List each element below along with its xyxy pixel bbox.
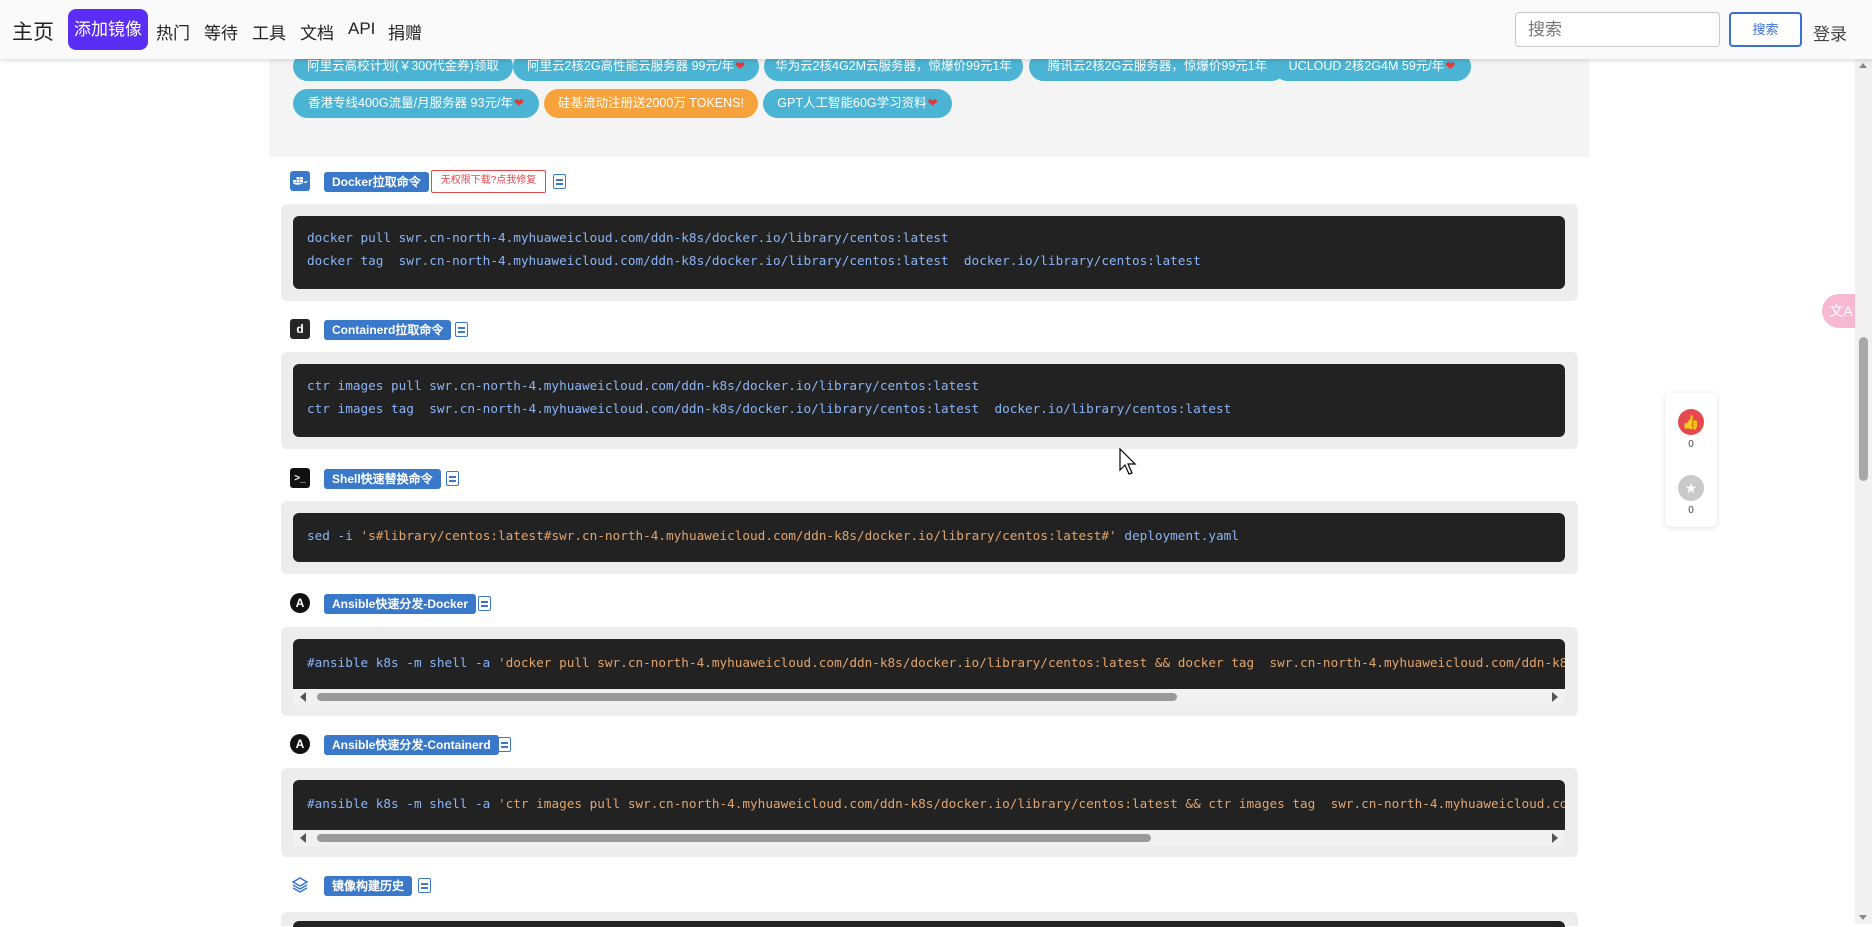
containerd-code-block[interactable]: ctr images pull swr.cn-north-4.myhuaweic… bbox=[293, 364, 1565, 437]
vote-panel: 👍 0 ★ 0 bbox=[1665, 393, 1717, 527]
code-command: #ansible k8s -m shell -a bbox=[307, 655, 498, 670]
containerd-pull-badge: Containerd拉取命令 bbox=[324, 320, 452, 340]
fix-permission-button[interactable]: 无权限下载?点我修复 bbox=[431, 170, 546, 193]
scroll-left-arrow-icon[interactable] bbox=[300, 833, 306, 843]
docker-section-header: Docker拉取命令 无权限下载?点我修复 bbox=[290, 170, 590, 193]
ansible-docker-code-block[interactable]: #ansible k8s -m shell -a 'docker pull sw… bbox=[293, 639, 1565, 689]
search-button[interactable]: 搜索 bbox=[1729, 12, 1802, 47]
scroll-right-arrow-icon[interactable] bbox=[1552, 692, 1558, 702]
code-line: ctr images pull swr.cn-north-4.myhuaweic… bbox=[307, 378, 980, 393]
ansible-containerd-code-panel: #ansible k8s -m shell -a 'ctr images pul… bbox=[281, 768, 1578, 857]
star-count: 0 bbox=[1688, 505, 1694, 516]
heart-icon: ❤ bbox=[1445, 59, 1456, 73]
shell-code-panel: sed -i 's#library/centos:latest#swr.cn-n… bbox=[281, 501, 1578, 574]
ansible-docker-badge: Ansible快速分发-Docker bbox=[324, 594, 477, 614]
ad-label: 硅基流动注册送2000万 TOKENS! bbox=[558, 96, 744, 110]
code-string: 'docker pull swr.cn-north-4.myhuaweiclou… bbox=[497, 655, 1565, 670]
ad-link[interactable]: GPT人工智能60G学习资料❤ bbox=[763, 89, 952, 118]
copy-icon[interactable] bbox=[455, 322, 468, 337]
docker-pull-badge: Docker拉取命令 bbox=[324, 172, 429, 192]
heart-icon: ❤ bbox=[734, 59, 746, 73]
copy-icon[interactable] bbox=[478, 596, 491, 611]
ansible-containerd-section-header: A Ansible快速分发-Containerd bbox=[290, 734, 511, 756]
shell-code-block[interactable]: sed -i 's#library/centos:latest#swr.cn-n… bbox=[293, 513, 1565, 562]
horizontal-scrollbar[interactable] bbox=[293, 830, 1565, 846]
code-command: #ansible k8s -m shell -a bbox=[307, 796, 498, 811]
login-link[interactable]: 登录 bbox=[1813, 20, 1847, 45]
build-history-badge: 镜像构建历史 bbox=[324, 876, 413, 896]
ad-link[interactable]: 香港专线400G流量/月服务器 93元/年❤ bbox=[293, 89, 539, 118]
docker-code-block[interactable]: docker pull swr.cn-north-4.myhuaweicloud… bbox=[293, 216, 1565, 289]
layers-icon bbox=[290, 875, 310, 895]
shell-replace-badge: Shell快速替换命令 bbox=[324, 469, 441, 489]
nav-add-image-button[interactable]: 添加镜像 bbox=[68, 9, 148, 50]
copy-icon[interactable] bbox=[498, 737, 511, 752]
code-line: #ansible k8s -m shell -a 'ctr images pul… bbox=[307, 796, 1565, 811]
code-string: 's#library/centos:latest#swr.cn-north-4.… bbox=[360, 528, 1117, 543]
page-scrollbar-thumb[interactable] bbox=[1859, 337, 1868, 481]
code-filename: deployment.yaml bbox=[1116, 528, 1239, 543]
copy-icon[interactable] bbox=[553, 174, 566, 189]
code-line: docker pull swr.cn-north-4.myhuaweicloud… bbox=[307, 230, 949, 245]
ansible-containerd-code-block[interactable]: #ansible k8s -m shell -a 'ctr images pul… bbox=[293, 780, 1565, 830]
star-icon[interactable]: ★ bbox=[1678, 475, 1704, 501]
containerd-section-header: d Containerd拉取命令 bbox=[290, 319, 490, 341]
top-navbar: 主页 添加镜像 热门 等待 工具 文档 API 捐赠 搜索 登录 bbox=[0, 0, 1872, 59]
copy-icon[interactable] bbox=[418, 878, 431, 893]
ad-label: 华为云2核4G2M云服务器，惊爆价99元1年 bbox=[775, 59, 1012, 73]
ad-label: 腾讯云2核2G云服务器，惊爆价99元1年 bbox=[1047, 59, 1268, 73]
containerd-icon: d bbox=[290, 319, 310, 339]
page-vertical-scrollbar[interactable] bbox=[1855, 59, 1872, 924]
copy-icon[interactable] bbox=[446, 471, 459, 486]
search-input[interactable] bbox=[1515, 12, 1720, 47]
nav-home-link[interactable]: 主页 bbox=[12, 16, 54, 46]
code-line: #ansible k8s -m shell -a 'docker pull sw… bbox=[307, 655, 1565, 670]
code-line: ctr images tag swr.cn-north-4.myhuaweicl… bbox=[307, 401, 1232, 416]
nav-link-waiting[interactable]: 等待 bbox=[204, 19, 238, 44]
terminal-icon: >_ bbox=[290, 468, 310, 488]
history-code-block bbox=[293, 921, 1565, 927]
nav-link-donate[interactable]: 捐赠 bbox=[388, 19, 422, 44]
nav-link-tools[interactable]: 工具 bbox=[252, 19, 286, 44]
containerd-code-panel: ctr images pull swr.cn-north-4.myhuaweic… bbox=[281, 352, 1578, 449]
thumbs-up-icon[interactable]: 👍 bbox=[1678, 409, 1704, 435]
nav-link-docs[interactable]: 文档 bbox=[300, 19, 334, 44]
code-line: docker tag swr.cn-north-4.myhuaweicloud.… bbox=[307, 253, 1201, 268]
ad-label: 香港专线400G流量/月服务器 93元/年 bbox=[308, 96, 513, 110]
history-section-header: 镜像构建历史 bbox=[290, 875, 490, 897]
ad-label: GPT人工智能60G学习资料 bbox=[777, 96, 927, 110]
scroll-down-arrow-icon[interactable] bbox=[1859, 915, 1867, 920]
heart-icon: ❤ bbox=[927, 96, 938, 110]
ad-label: 阿里云高校计划(￥300代金券)领取 bbox=[307, 59, 499, 73]
scroll-up-arrow-icon[interactable] bbox=[1859, 63, 1867, 68]
scroll-left-arrow-icon[interactable] bbox=[300, 692, 306, 702]
docker-icon bbox=[290, 171, 310, 191]
ansible-docker-section-header: A Ansible快速分发-Docker bbox=[290, 593, 491, 615]
ansible-icon: A bbox=[290, 593, 310, 613]
ad-label: UCLOUD 2核2G4M 59元/年 bbox=[1288, 59, 1445, 73]
ansible-containerd-badge: Ansible快速分发-Containerd bbox=[324, 735, 499, 755]
mouse-cursor-icon bbox=[1119, 448, 1137, 475]
shell-section-header: >_ Shell快速替换命令 bbox=[290, 468, 490, 490]
scrollbar-thumb[interactable] bbox=[317, 834, 1151, 842]
like-count: 0 bbox=[1688, 439, 1694, 450]
code-line: sed -i 's#library/centos:latest#swr.cn-n… bbox=[307, 528, 1239, 543]
nav-link-hot[interactable]: 热门 bbox=[156, 19, 190, 44]
ansible-icon: A bbox=[290, 734, 310, 754]
horizontal-scrollbar[interactable] bbox=[293, 689, 1565, 705]
code-command: sed -i bbox=[307, 528, 361, 543]
ansible-docker-code-panel: #ansible k8s -m shell -a 'docker pull sw… bbox=[281, 627, 1578, 716]
heart-icon: ❤ bbox=[513, 96, 524, 110]
scroll-right-arrow-icon[interactable] bbox=[1552, 833, 1558, 843]
scrollbar-thumb[interactable] bbox=[317, 693, 1177, 701]
nav-link-api[interactable]: API bbox=[348, 19, 375, 39]
docker-code-panel: docker pull swr.cn-north-4.myhuaweicloud… bbox=[281, 204, 1578, 301]
ad-link[interactable]: 硅基流动注册送2000万 TOKENS! bbox=[544, 89, 758, 118]
ad-label: 阿里云2核2G高性能云服务器 99元/年 bbox=[526, 59, 734, 73]
code-string: 'ctr images pull swr.cn-north-4.myhuawei… bbox=[497, 796, 1565, 811]
